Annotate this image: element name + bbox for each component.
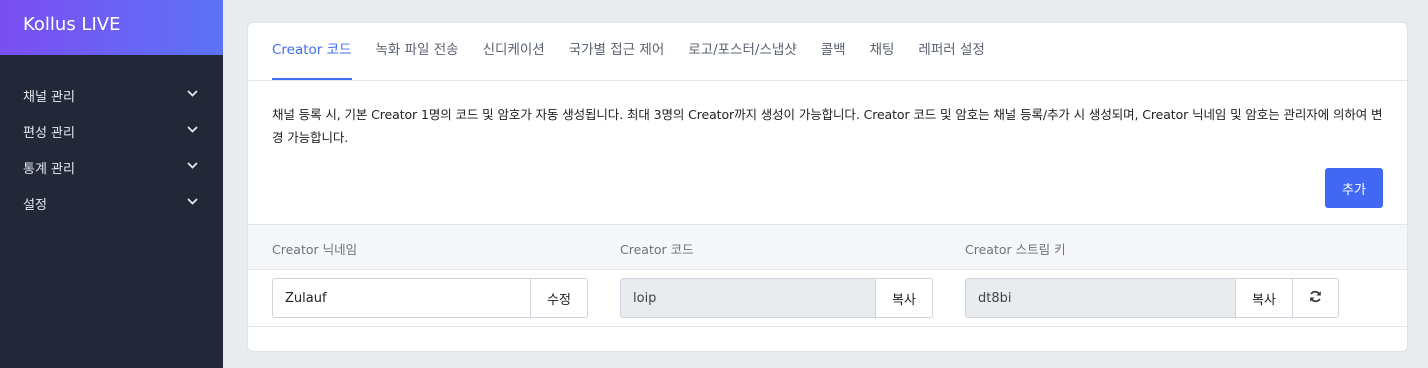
tab-geo-access[interactable]: 국가별 접근 제어 [569,38,665,80]
tab-syndication[interactable]: 신디케이션 [483,38,545,80]
tab-logo-poster[interactable]: 로고/포스터/스냅샷 [688,38,796,80]
sidebar-item-label: 채널 관리 [23,89,75,105]
refresh-key-button[interactable] [1293,278,1339,318]
edit-button[interactable]: 수정 [531,278,588,318]
copy-code-button[interactable]: 복사 [876,278,933,318]
creator-card: Creator 코드 녹화 파일 전송 신디케이션 국가별 접근 제어 로고/포… [247,22,1408,352]
chevron-down-icon [187,126,198,136]
stream-key-group: 복사 [965,278,1339,318]
sidebar-item-label: 편성 관리 [23,125,75,141]
nickname-input[interactable] [272,278,531,318]
sidebar-item-label: 통계 관리 [23,161,75,177]
chevron-down-icon [187,162,198,172]
tab-callback[interactable]: 콜백 [821,38,846,80]
tab-creator-code[interactable]: Creator 코드 [272,38,352,80]
table-row: 수정 복사 복사 [248,270,1407,327]
copy-key-button[interactable]: 복사 [1236,278,1293,318]
nickname-group: 수정 [272,278,588,318]
column-header-nickname: Creator 닉네임 [272,242,358,257]
tab-referrer[interactable]: 레퍼러 설정 [918,38,984,80]
code-group: 복사 [620,278,933,318]
brand-logo[interactable]: Kollus LIVE [0,0,223,55]
table-header: Creator 닉네임 Creator 코드 Creator 스트림 키 [248,224,1407,270]
column-header-stream-key: Creator 스트림 키 [965,242,1066,257]
sidebar-item-label: 설정 [23,197,47,213]
chevron-down-icon [187,90,198,100]
sidebar-item-settings[interactable]: 설정 [0,185,223,221]
refresh-icon [1309,290,1322,307]
sidebar-item-channel[interactable]: 채널 관리 [0,77,223,113]
creator-code-field[interactable] [620,278,876,318]
sidebar-item-schedule[interactable]: 편성 관리 [0,113,223,149]
sidebar-item-stats[interactable]: 통계 관리 [0,149,223,185]
chevron-down-icon [187,198,198,208]
add-button[interactable]: 추가 [1325,168,1383,208]
tab-chat[interactable]: 채팅 [870,38,895,80]
tab-recording-transfer[interactable]: 녹화 파일 전송 [376,38,459,80]
column-header-code: Creator 코드 [620,242,694,257]
sidebar: Kollus LIVE 채널 관리 편성 관리 통계 관리 설정 [0,0,223,368]
tab-bar: Creator 코드 녹화 파일 전송 신디케이션 국가별 접근 제어 로고/포… [248,23,1407,81]
description-text: 채널 등록 시, 기본 Creator 1명의 코드 및 암호가 자동 생성됩니… [272,107,1383,145]
stream-key-field[interactable] [965,278,1236,318]
sidebar-nav: 채널 관리 편성 관리 통계 관리 설정 [0,77,223,221]
